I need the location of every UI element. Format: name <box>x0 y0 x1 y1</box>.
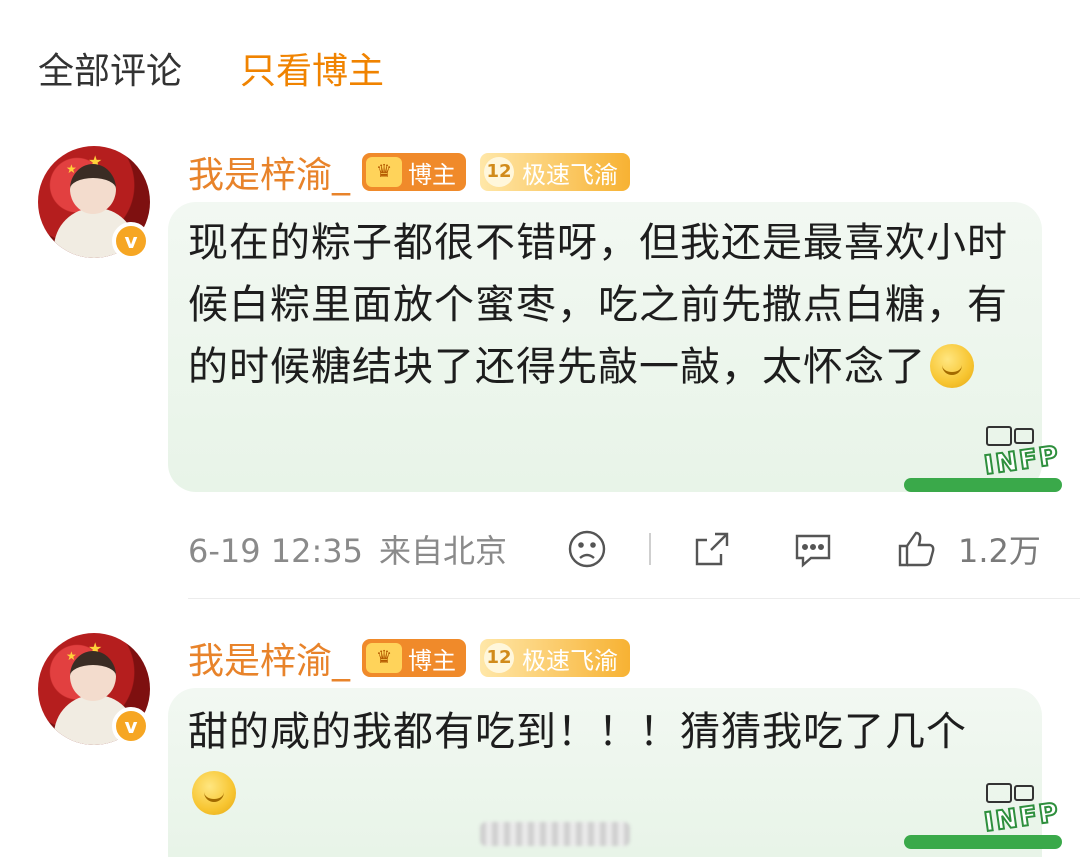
verified-icon: v <box>112 707 150 745</box>
decoration-bar <box>904 478 1062 492</box>
blogger-badge-label: 博主 <box>408 646 457 675</box>
avatar-face <box>70 164 116 214</box>
thumbs-up-icon <box>894 528 938 570</box>
blogger-badge-label: 博主 <box>408 160 457 189</box>
fan-level-number: 12 <box>484 157 515 187</box>
blogger-badge: ♛ 博主 <box>362 639 467 677</box>
username-row: 我是梓渝_ ♛ 博主 12 极速飞渝 <box>188 150 631 196</box>
username-row: 我是梓渝_ ♛ 博主 12 极速飞渝 <box>188 636 631 682</box>
username[interactable]: 我是梓渝_ <box>188 632 350 684</box>
like-button[interactable]: 1.2万 <box>894 525 1041 573</box>
decoration-bar <box>904 835 1062 849</box>
tab-blogger-only[interactable]: 只看博主 <box>240 42 384 94</box>
comment-footer: 6-19 12:35 来自北京 1.2万 <box>188 525 1048 573</box>
camera-icon <box>986 426 1012 446</box>
username[interactable]: 我是梓渝_ <box>188 146 350 198</box>
fan-level-badge[interactable]: 12 极速飞渝 <box>480 153 631 191</box>
comment-time: 12:35 <box>270 532 364 570</box>
dislike-icon[interactable] <box>566 525 608 573</box>
comment-tabs: 全部评论 只看博主 <box>38 40 442 96</box>
infp-decoration-icon: INFP <box>896 783 1066 857</box>
comment-text-content: 现在的粽子都很不错呀，但我还是最喜欢小时候白粽里面放个蜜枣，吃之前先撒点白糖，有… <box>188 220 1008 390</box>
infp-decoration-icon: INFP <box>896 426 1066 500</box>
comment-date: 6-19 <box>188 532 261 570</box>
fan-level-label: 极速飞渝 <box>522 160 619 189</box>
verified-icon: v <box>112 222 150 260</box>
comment-text: 现在的粽子都很不错呀，但我还是最喜欢小时候白粽里面放个蜜枣，吃之前先撒点白糖，有… <box>188 212 1008 398</box>
tab-all-comments[interactable]: 全部评论 <box>38 42 182 94</box>
infp-label: INFP <box>981 797 1063 839</box>
fan-level-badge[interactable]: 12 极速飞渝 <box>480 639 631 677</box>
blogger-badge: ♛ 博主 <box>362 153 467 191</box>
grimace-emoji-icon <box>930 344 974 388</box>
share-icon[interactable] <box>691 525 733 573</box>
camera-icon <box>1014 428 1034 444</box>
like-count: 1.2万 <box>958 532 1041 570</box>
comment-divider <box>188 598 1080 599</box>
comment-location: 来自北京 <box>379 532 508 570</box>
crown-icon: ♛ <box>366 643 403 673</box>
fan-level-number: 12 <box>484 643 515 673</box>
comment-text: 甜的咸的我都有吃到！！！猜猜我吃了几个 <box>188 701 1008 825</box>
camera-icon <box>986 783 1012 803</box>
comment-meta: 6-19 12:35 来自北京 <box>188 526 507 572</box>
avatar-face <box>70 651 116 701</box>
camera-icon <box>1014 785 1034 801</box>
fan-level-label: 极速飞渝 <box>522 646 619 675</box>
thinking-emoji-icon <box>192 771 236 815</box>
infp-label: INFP <box>981 440 1063 482</box>
crown-icon: ♛ <box>366 157 403 187</box>
comment-text-content: 甜的咸的我都有吃到！！！猜猜我吃了几个 <box>188 709 967 755</box>
blurred-text <box>480 822 630 846</box>
footer-divider <box>649 533 651 565</box>
comment-icon[interactable] <box>791 525 835 573</box>
